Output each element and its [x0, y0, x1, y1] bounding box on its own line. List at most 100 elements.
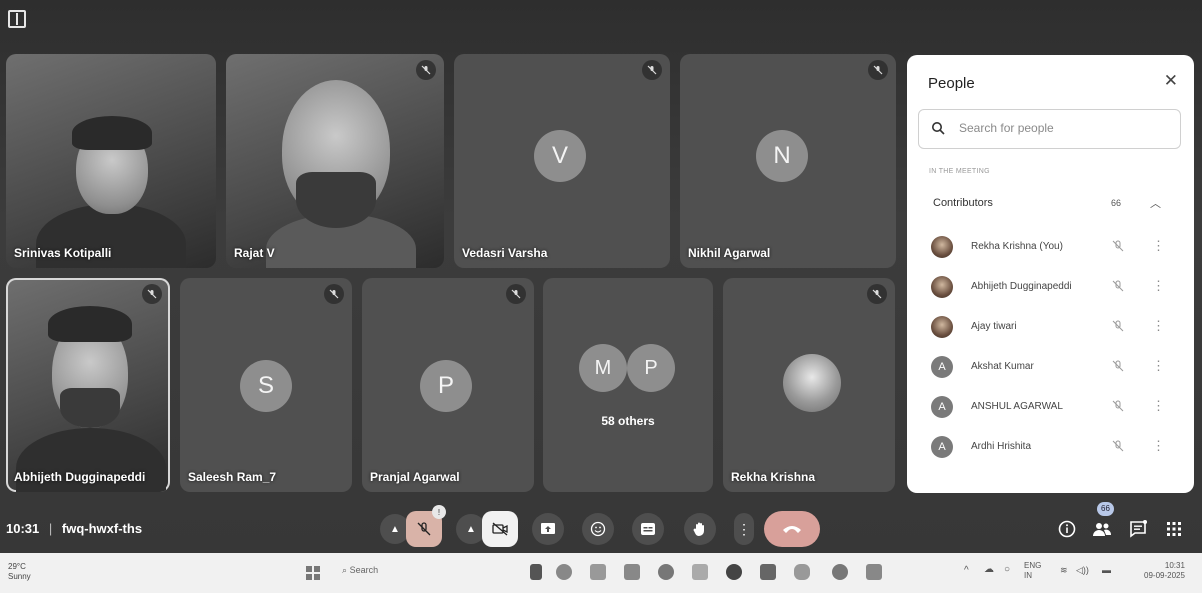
taskbar-app-icon[interactable] — [556, 564, 572, 580]
language-code: ENG — [1024, 561, 1042, 570]
chevron-up-icon[interactable]: ︿ — [1150, 195, 1161, 211]
others-tile[interactable]: M P 58 others — [543, 278, 713, 492]
captions-button[interactable] — [632, 513, 664, 545]
participant-name: Abhijeth Dugginapeddi — [971, 281, 1072, 292]
browser-icon[interactable] — [658, 564, 674, 580]
taskbar-app-icon[interactable] — [866, 564, 882, 580]
tile-name: Rajat V — [234, 246, 275, 260]
participant-tile[interactable]: P Pranjal Agarwal — [362, 278, 534, 492]
participant-tile[interactable]: Srinivas Kotipalli — [6, 54, 216, 268]
muted-icon[interactable] — [1111, 239, 1125, 258]
warning-badge: ! — [432, 505, 446, 519]
raise-hand-button[interactable] — [684, 513, 716, 545]
cloud-icon[interactable]: ☁ — [984, 565, 994, 575]
muted-icon[interactable] — [1111, 279, 1125, 298]
present-button[interactable] — [532, 513, 564, 545]
taskbar-search[interactable]: ⌕ Search — [342, 565, 378, 576]
tile-name: Saleesh Ram_7 — [188, 470, 277, 484]
chat-button[interactable] — [1126, 517, 1150, 541]
search-box[interactable] — [918, 109, 1181, 149]
tile-name: Nikhil Agarwal — [688, 246, 771, 260]
language-indicator[interactable]: ENG IN — [1024, 561, 1041, 581]
more-options-icon[interactable]: ⋮ — [1152, 398, 1165, 414]
participant-tile[interactable]: Rajat V — [226, 54, 444, 268]
participant-avatar: M — [579, 344, 627, 392]
weather-desc: Sunny — [8, 572, 31, 581]
avatar — [931, 316, 953, 338]
meeting-separator: | — [48, 521, 53, 536]
participant-tile[interactable]: Abhijeth Dugginapeddi — [6, 278, 170, 492]
battery-icon[interactable]: ▬ — [1102, 565, 1111, 575]
clock[interactable]: 10:31 09-09-2025 — [1144, 561, 1185, 581]
muted-icon — [324, 284, 344, 304]
participant-video — [60, 388, 120, 428]
participant-name: Akshat Kumar — [971, 361, 1034, 372]
search-input[interactable] — [959, 121, 1159, 135]
more-options-icon[interactable]: ⋮ — [1152, 278, 1165, 294]
weather-widget[interactable]: 29°C Sunny — [8, 562, 31, 582]
close-icon[interactable]: ✕ — [1164, 71, 1178, 91]
present-screen-icon — [541, 523, 555, 534]
chevron-up-icon: ▲ — [466, 523, 476, 535]
people-icon — [1093, 523, 1112, 536]
taskbar-app-icon[interactable] — [530, 564, 542, 580]
participant-tile[interactable]: Rekha Krishna — [723, 278, 895, 492]
camera-off-icon — [492, 522, 508, 536]
muted-icon[interactable] — [1111, 399, 1125, 418]
list-item[interactable]: A Ardhi Hrishita ⋮ — [907, 427, 1194, 467]
meeting-code: fwq-hwxf-ths — [61, 521, 143, 536]
camera-button[interactable] — [482, 511, 518, 547]
os-taskbar: 29°C Sunny ⌕ Search ^ ☁ ○ ENG IN ≋ ◁)) ▬… — [0, 553, 1202, 593]
group-count: 66 — [1111, 198, 1122, 208]
sync-icon[interactable]: ○ — [1004, 565, 1010, 575]
list-item[interactable]: Rekha Krishna (You) ⋮ — [907, 227, 1194, 267]
taskbar-app-icon[interactable] — [692, 564, 708, 580]
reactions-button[interactable] — [582, 513, 614, 545]
taskbar-app-icon[interactable] — [624, 564, 640, 580]
list-item[interactable]: Abhijeth Dugginapeddi ⋮ — [907, 267, 1194, 307]
participant-tile[interactable]: S Saleesh Ram_7 — [180, 278, 352, 492]
microphone-button[interactable]: ! — [406, 505, 446, 547]
wifi-icon[interactable]: ≋ — [1060, 565, 1068, 575]
participant-tile[interactable]: N Nikhil Agarwal — [680, 54, 896, 268]
people-count-badge: 66 — [1097, 502, 1114, 516]
file-explorer-icon[interactable] — [590, 564, 606, 580]
list-item[interactable]: Ajay tiwari ⋮ — [907, 307, 1194, 347]
more-options-icon[interactable]: ⋮ — [1152, 238, 1165, 254]
taskbar-app-icon[interactable] — [760, 564, 776, 580]
chevron-up-icon[interactable]: ^ — [964, 566, 969, 576]
muted-icon — [506, 284, 526, 304]
shield-icon[interactable] — [794, 564, 810, 580]
more-options-icon[interactable]: ⋮ — [1152, 438, 1165, 454]
more-options-icon[interactable]: ⋮ — [1152, 358, 1165, 374]
avatar: A — [931, 356, 953, 378]
avatar: A — [931, 436, 953, 458]
more-options-button[interactable]: ⋮ — [734, 513, 754, 545]
list-item[interactable]: A Akshat Kumar ⋮ — [907, 347, 1194, 387]
meeting-details-button[interactable] — [1055, 517, 1079, 541]
search-icon: ⌕ — [342, 565, 348, 575]
taskbar-app-icon[interactable] — [726, 564, 742, 580]
volume-icon[interactable]: ◁)) — [1076, 565, 1089, 575]
leave-call-button[interactable] — [764, 511, 820, 547]
muted-icon[interactable] — [1111, 319, 1125, 338]
more-options-icon[interactable]: ⋮ — [1152, 318, 1165, 334]
contributors-group[interactable]: Contributors 66 ︿ — [907, 193, 1194, 215]
activities-button[interactable] — [1162, 517, 1186, 541]
group-label: Contributors — [933, 197, 993, 209]
tile-name: Abhijeth Dugginapeddi — [14, 470, 146, 484]
muted-icon[interactable] — [1111, 359, 1125, 378]
captions-icon — [641, 523, 655, 535]
taskbar-search-label: Search — [349, 565, 379, 575]
people-button[interactable] — [1090, 517, 1114, 541]
participant-tile[interactable]: V Vedasri Varsha — [454, 54, 670, 268]
meet-window: Srinivas Kotipalli Rajat V V Vedasri Var… — [0, 0, 1202, 553]
meeting-info: 10:31 | fwq-hwxf-ths — [6, 521, 142, 536]
list-item[interactable]: A ANSHUL AGARWAL ⋮ — [907, 387, 1194, 427]
region-code: IN — [1024, 571, 1032, 580]
chrome-icon[interactable] — [832, 564, 848, 580]
clock-time: 10:31 — [1164, 561, 1185, 570]
muted-icon[interactable] — [1111, 439, 1125, 458]
sidebar-toggle-icon[interactable] — [8, 10, 26, 28]
windows-start-icon[interactable] — [306, 566, 320, 580]
